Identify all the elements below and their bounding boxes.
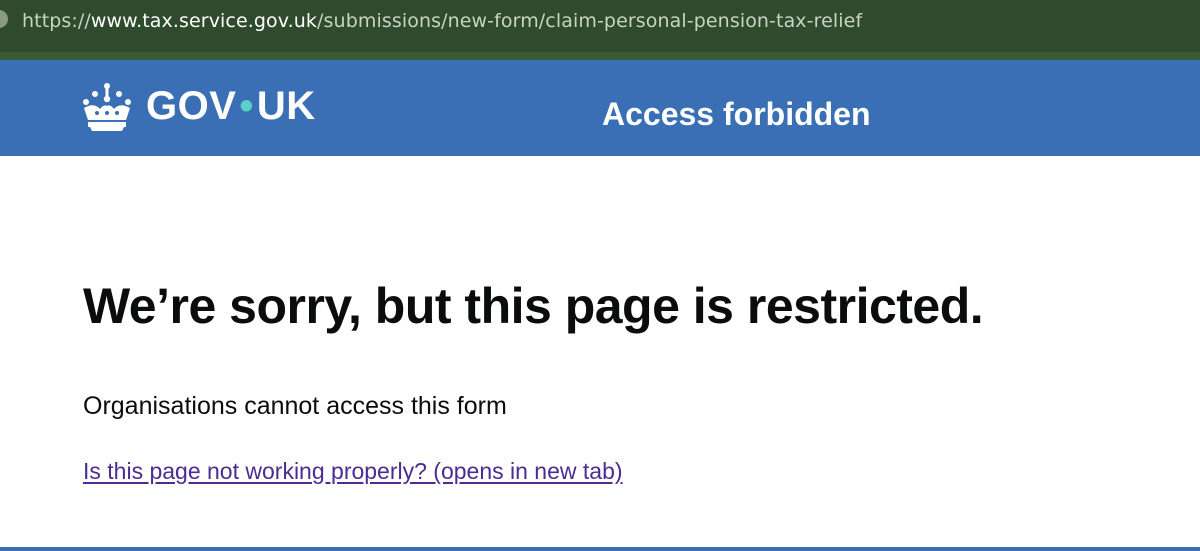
body-text: Organisations cannot access this form [83, 392, 507, 420]
logo-dot: • [239, 84, 254, 128]
site-info-icon[interactable] [0, 10, 8, 28]
logo-gov: GOV [146, 84, 237, 128]
page-heading: We’re sorry, but this page is restricted… [83, 278, 984, 334]
govuk-header: GOV•UK Access forbidden [0, 60, 1200, 156]
crown-icon[interactable] [80, 82, 134, 132]
url-path: /submissions/new-form/claim-personal-pen… [317, 10, 863, 32]
govuk-logo[interactable]: GOV•UK [146, 84, 316, 129]
footer-border [0, 547, 1200, 551]
url-scheme: https:// [22, 10, 91, 32]
report-problem-link[interactable]: Is this page not working properly? (open… [83, 458, 623, 485]
address-bar-divider [0, 52, 1200, 60]
url-host: www.tax.service.gov.uk [90, 10, 318, 32]
url-text[interactable]: https://www.tax.service.gov.uk/submissio… [22, 10, 862, 32]
service-title[interactable]: Access forbidden [602, 96, 871, 133]
logo-uk: UK [256, 84, 316, 128]
browser-address-bar[interactable]: https://www.tax.service.gov.uk/submissio… [0, 0, 1200, 52]
